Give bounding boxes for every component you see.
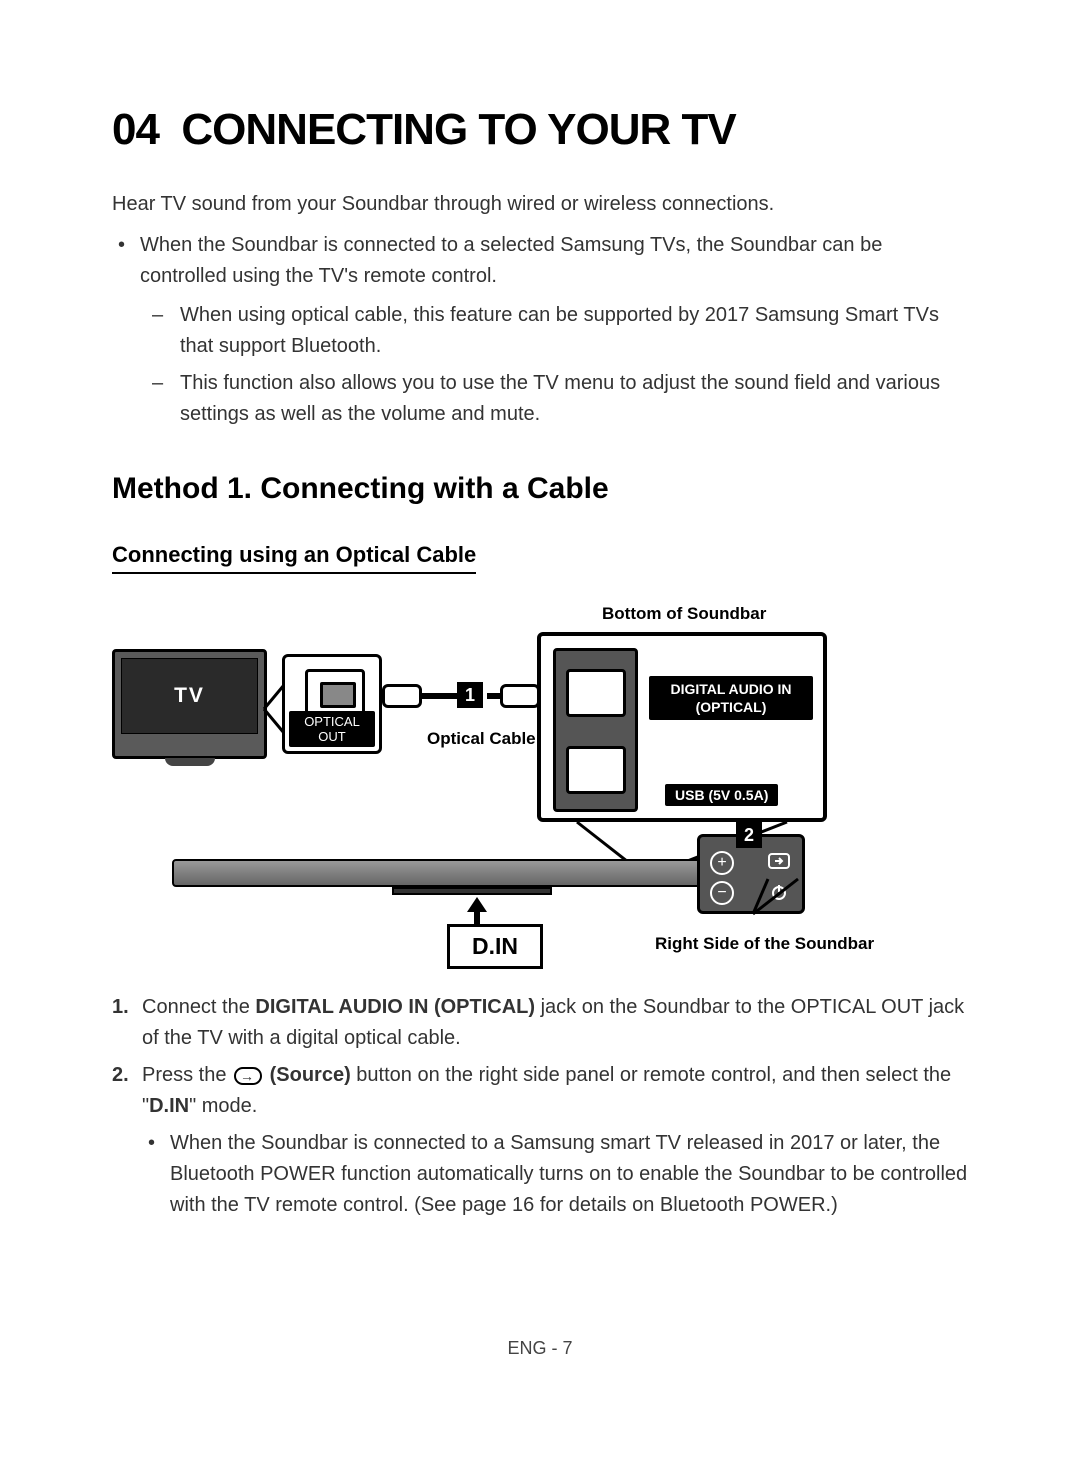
sub-bullet-item: When the Soundbar is connected to a Sams… [170,1128,968,1221]
digital-audio-label: DIGITAL AUDIO IN (OPTICAL) [649,676,813,720]
optical-out-port: OPTICAL OUT [282,654,382,754]
tv-stand [165,758,215,766]
cable-plug [382,684,422,708]
dash-item: When using optical cable, this feature c… [180,300,968,362]
section-heading: CONNECTING TO YOUR TV [181,105,735,154]
cable-right-icon [487,684,537,714]
right-side-label: Right Side of the Soundbar [655,934,874,954]
soundbar-icon [172,859,752,887]
din-label: D.IN [447,924,543,969]
number-badge-2: 2 [736,822,762,848]
tv-screen: TV [121,658,258,734]
method-title: Method 1. Connecting with a Cable [112,472,968,506]
port-hole [320,682,356,708]
source-icon [234,1067,262,1085]
optical-out-label: OPTICAL OUT [289,711,375,747]
tv-icon: TV [112,649,267,759]
bottom-soundbar-label: Bottom of Soundbar [602,604,766,624]
step-text: button on the right side panel or remote… [142,1064,951,1117]
cable-wire [422,693,457,699]
arrow-up-icon [467,897,487,927]
minus-button-icon: − [710,881,734,905]
digital-audio-port [566,669,626,717]
usb-port [566,746,626,794]
step-bold: D.IN [149,1095,189,1117]
port-section [553,648,638,812]
plus-button-icon: + [710,851,734,875]
step-list: Connect the DIGITAL AUDIO IN (OPTICAL) j… [112,992,968,1221]
cable-left-icon [382,684,452,714]
bullet-item: When the Soundbar is connected to a sele… [140,230,968,430]
step-bold: (Source) [270,1064,351,1086]
source-button-icon [768,853,790,874]
optical-cable-label: Optical Cable [427,729,536,749]
step-item: Connect the DIGITAL AUDIO IN (OPTICAL) j… [142,992,968,1054]
page-footer: ENG - 7 [507,1338,572,1359]
dash-list: When using optical cable, this feature c… [140,300,968,430]
section-title: 04 CONNECTING TO YOUR TV [112,105,968,155]
bullet-text: When the Soundbar is connected to a sele… [140,234,882,287]
step-bold: DIGITAL AUDIO IN (OPTICAL) [255,996,535,1018]
port-inner [305,669,365,717]
section-number: 04 [112,105,159,154]
intro-text: Hear TV sound from your Soundbar through… [112,193,968,216]
step-text: " mode. [189,1095,257,1117]
sub-bullet-list: When the Soundbar is connected to a Sams… [142,1128,968,1221]
soundbar-port-panel: DIGITAL AUDIO IN (OPTICAL) USB (5V 0.5A) [537,632,827,822]
bullet-list: When the Soundbar is connected to a sele… [112,230,968,430]
dash-item: This function also allows you to use the… [180,368,968,430]
step-text: Connect the [142,996,255,1018]
callout-lines-icon [748,874,808,924]
step-text: Press the [142,1064,232,1086]
usb-label: USB (5V 0.5A) [665,784,778,806]
connection-diagram: Bottom of Soundbar TV OPTICAL OUT 1 Opti… [112,604,968,964]
number-badge-1: 1 [457,682,483,708]
soundbar-base [392,887,552,895]
cable-plug [500,684,540,708]
step-item: Press the (Source) button on the right s… [142,1060,968,1221]
sub-title: Connecting using an Optical Cable [112,542,476,574]
